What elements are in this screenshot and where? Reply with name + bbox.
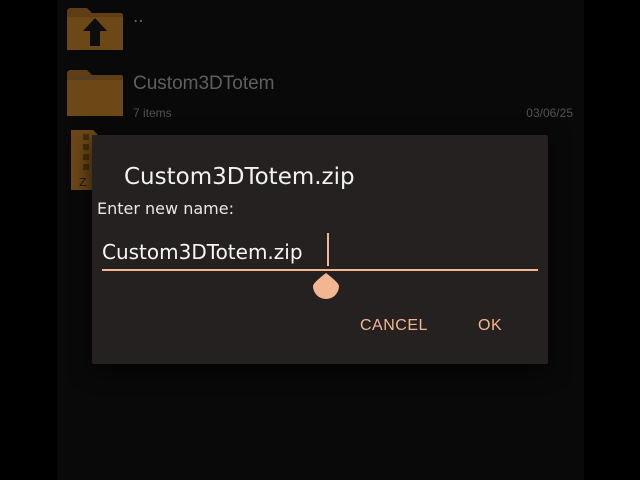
new-name-label: Enter new name: (97, 199, 234, 218)
list-item-parent[interactable]: .. (57, 0, 584, 60)
rename-dialog: Custom3DTotem.zip Enter new name: CANCEL… (92, 135, 548, 364)
folder-icon (65, 68, 125, 116)
svg-text:Z: Z (79, 176, 87, 189)
cancel-button[interactable]: CANCEL (354, 313, 434, 339)
folder-name: Custom3DTotem (133, 73, 275, 94)
list-item-folder[interactable]: Custom3DTotem 7 items 03/06/25 (57, 62, 584, 124)
text-cursor (327, 233, 329, 266)
folder-up-icon (65, 6, 125, 50)
folder-date: 03/06/25 (526, 106, 573, 120)
dialog-title: Custom3DTotem.zip (124, 164, 355, 190)
ok-button[interactable]: OK (472, 313, 508, 339)
folder-item-count: 7 items (133, 106, 172, 120)
new-name-input[interactable] (102, 235, 538, 271)
parent-folder-name: .. (133, 6, 144, 27)
text-selection-handle[interactable] (313, 273, 339, 299)
